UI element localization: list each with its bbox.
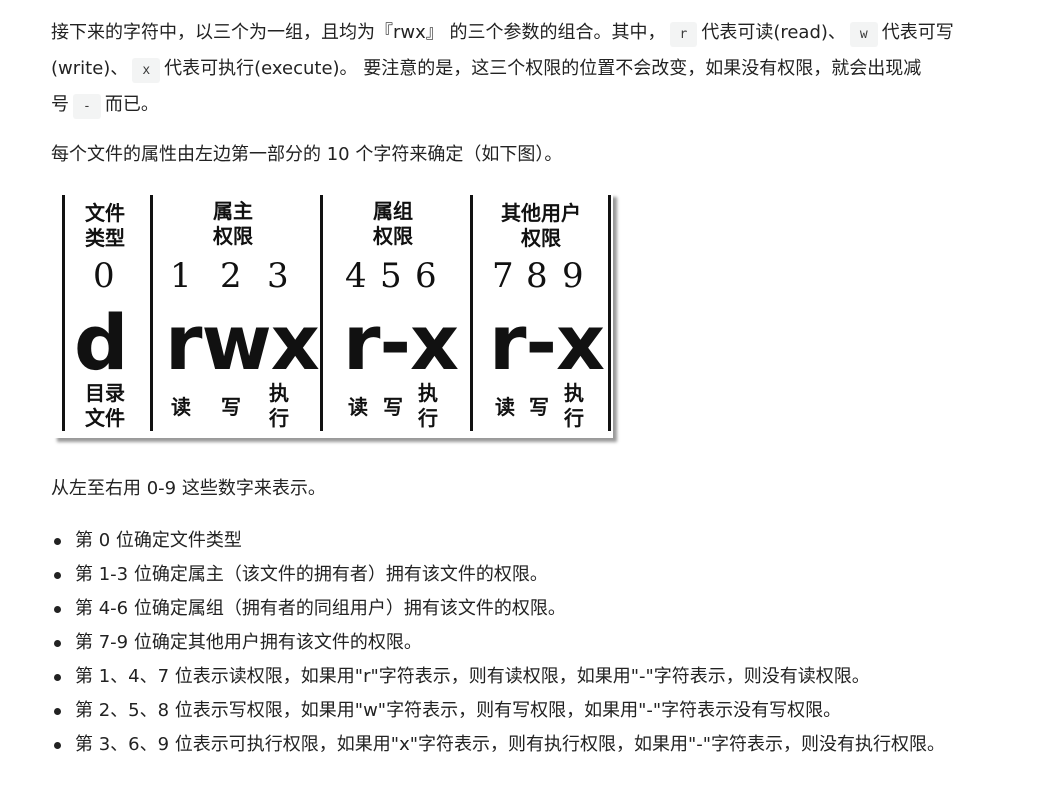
label-line: 行 [418, 406, 438, 430]
perm-owner-chars: rwx [165, 298, 320, 387]
bullet-icon [54, 674, 61, 681]
header-line: 其他用户 [501, 201, 581, 225]
intro-text-1: 接下来的字符中，以三个为一组，且均为『rwx』 的三个参数的组合。其中， [51, 22, 666, 43]
label-execute: 执 行 [269, 381, 289, 431]
bit-number: 8 [526, 256, 548, 296]
list-item-text: 第 1、4、7 位表示读权限，如果用"r"字符表示，则有读权限，如果用"-"字符… [75, 666, 870, 687]
list-item-text: 第 0 位确定文件类型 [75, 530, 242, 551]
label-read: 读 [348, 395, 368, 419]
header-file-type: 文件 类型 [73, 201, 137, 251]
numbering-paragraph: 从左至右用 0-9 这些数字来表示。 [51, 478, 326, 499]
list-item-text: 第 4-6 位确定属组（拥有者的同组用户）拥有该文件的权限。 [75, 598, 566, 619]
code-r: r [669, 22, 698, 47]
perm-other-chars: r-x [489, 298, 605, 387]
label-execute: 执 行 [564, 381, 584, 431]
bit-number: 1 [170, 256, 192, 296]
list-item-text: 第 3、6、9 位表示可执行权限，如果用"x"字符表示，则有执行权限，如果用"-… [75, 734, 946, 755]
bit-number: 5 [380, 256, 402, 296]
bullet-icon [54, 708, 61, 715]
list-item-text: 第 2、5、8 位表示写权限，如果用"w"字符表示，则有写权限，如果用"-"字符… [75, 700, 842, 721]
bit-number: 9 [562, 256, 584, 296]
list-item: 第 1、4、7 位表示读权限，如果用"r"字符表示，则有读权限，如果用"-"字符… [51, 660, 973, 694]
bit-description-list: 第 0 位确定文件类型 第 1-3 位确定属主（该文件的拥有者）拥有该文件的权限… [51, 524, 973, 762]
divider-line [62, 195, 65, 431]
divider-line [150, 195, 153, 431]
header-line: 文件 [85, 201, 125, 225]
perm-type-char: d [74, 298, 128, 387]
intro-text-5: 而已。 [104, 94, 159, 115]
label-read: 读 [171, 395, 191, 419]
label-execute: 执 行 [418, 381, 438, 431]
divider-line [470, 195, 473, 431]
divider-line [608, 195, 611, 431]
header-line: 权限 [373, 224, 413, 248]
bullet-icon [54, 606, 61, 613]
label-write: 写 [221, 395, 241, 419]
intro-paragraph: 接下来的字符中，以三个为一组，且均为『rwx』 的三个参数的组合。其中， r 代表可… [51, 16, 973, 124]
header-owner: 属主 权限 [193, 199, 273, 249]
list-item: 第 7-9 位确定其他用户拥有该文件的权限。 [51, 626, 973, 660]
bullet-icon [54, 572, 61, 579]
bit-number: 6 [415, 256, 437, 296]
list-item: 第 3、6、9 位表示可执行权限，如果用"x"字符表示，则有执行权限，如果用"-… [51, 728, 973, 762]
label-line: 文件 [85, 406, 125, 430]
list-item-text: 第 7-9 位确定其他用户拥有该文件的权限。 [75, 632, 422, 653]
header-line: 类型 [85, 226, 125, 250]
header-line: 权限 [213, 224, 253, 248]
label-write: 写 [383, 395, 403, 419]
code-w: w [849, 22, 878, 47]
code-x: x [132, 58, 161, 83]
divider-line [320, 195, 323, 431]
header-group: 属组 权限 [353, 199, 433, 249]
header-line: 属主 [213, 199, 253, 223]
label-line: 执 [418, 381, 438, 405]
bit-number: 7 [492, 256, 514, 296]
bullet-icon [54, 538, 61, 545]
intro-text-2: 代表可读(read)、 [701, 22, 846, 43]
label-directory-file: 目录 文件 [75, 381, 135, 431]
bit-number: 0 [93, 256, 115, 296]
intro-text-4: 代表可执行(execute)。 要注意的是，这三个权限的位置不会改变，如果没有权… [51, 58, 922, 115]
list-item: 第 2、5、8 位表示写权限，如果用"w"字符表示，则有写权限，如果用"-"字符… [51, 694, 973, 728]
header-other: 其他用户 权限 [489, 201, 593, 251]
figure-intro-paragraph: 每个文件的属性由左边第一部分的 10 个字符来确定（如下图）。 [51, 144, 563, 165]
label-line: 执 [269, 381, 289, 405]
label-write: 写 [529, 395, 549, 419]
header-line: 权限 [521, 226, 561, 250]
bit-number: 4 [345, 256, 367, 296]
permission-diagram: 文件 类型 属主 权限 属组 权限 其他用户 权限 0 1 2 3 4 5 6 … [53, 193, 613, 438]
list-item-text: 第 1-3 位确定属主（该文件的拥有者）拥有该文件的权限。 [75, 564, 548, 585]
list-item: 第 4-6 位确定属组（拥有者的同组用户）拥有该文件的权限。 [51, 592, 973, 626]
label-line: 行 [564, 406, 584, 430]
perm-group-chars: r-x [343, 298, 459, 387]
bullet-icon [54, 640, 61, 647]
list-item: 第 0 位确定文件类型 [51, 524, 973, 558]
label-line: 目录 [85, 381, 125, 405]
bullet-icon [54, 742, 61, 749]
label-line: 执 [564, 381, 584, 405]
label-line: 行 [269, 406, 289, 430]
code-dash: - [73, 94, 101, 119]
list-item: 第 1-3 位确定属主（该文件的拥有者）拥有该文件的权限。 [51, 558, 973, 592]
bit-number: 2 [220, 256, 242, 296]
label-read: 读 [495, 395, 515, 419]
header-line: 属组 [373, 199, 413, 223]
bit-number: 3 [267, 256, 289, 296]
